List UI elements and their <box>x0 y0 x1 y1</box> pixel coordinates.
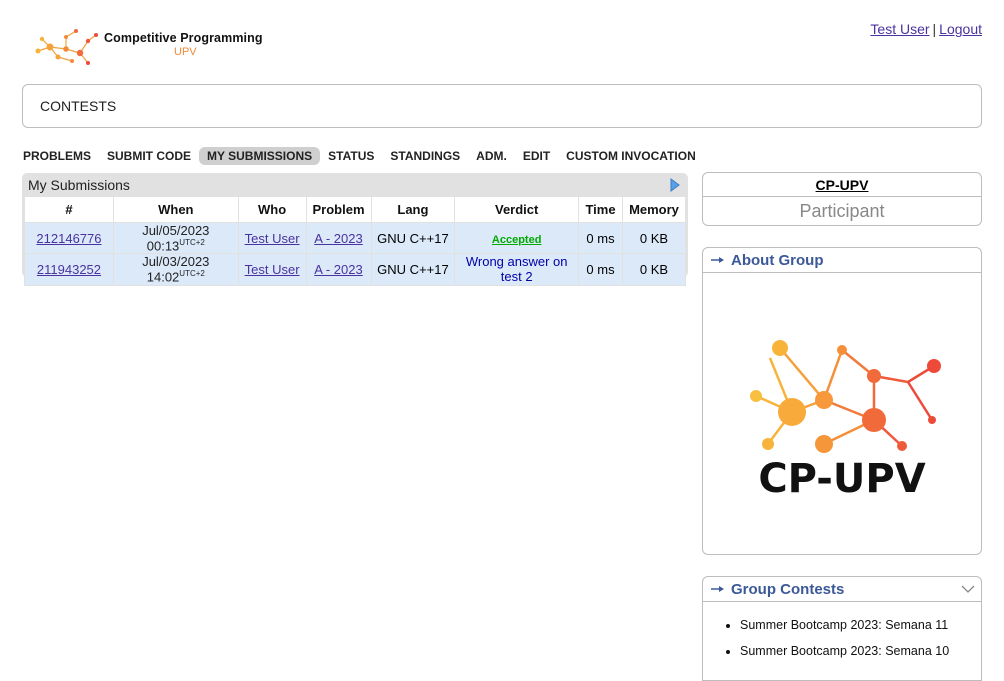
user-links: Test User | Logout <box>870 21 982 37</box>
right-arrow-icon <box>711 257 724 263</box>
timezone: UTC+2 <box>179 238 205 247</box>
who-link[interactable]: Test User <box>245 262 300 277</box>
list-item[interactable]: Summer Bootcamp 2023: Semana 11 <box>740 618 981 632</box>
time-cell: 0 ms <box>578 253 623 286</box>
submissions-header: My Submissions <box>24 173 686 196</box>
who-link[interactable]: Test User <box>245 231 300 246</box>
menu-problems[interactable]: PROBLEMS <box>22 147 99 165</box>
group-name-row: CP-UPV <box>703 173 981 197</box>
chevron-down-icon[interactable] <box>961 585 975 594</box>
menu-standings[interactable]: STANDINGS <box>382 147 468 165</box>
col-time: Time <box>578 196 623 223</box>
logo-text: Competitive Programming UPV <box>104 32 263 59</box>
group-contests-title-wrap: Group Contests <box>711 581 844 598</box>
about-group-body: CP-UPV <box>702 272 982 555</box>
right-arrow-icon <box>711 586 724 592</box>
about-group-title-row: About Group <box>703 248 981 272</box>
table-row: 212146776 Jul/05/2023 00:13UTC+2 Test Us… <box>24 221 687 255</box>
menu-edit[interactable]: EDIT <box>515 147 558 165</box>
group-role: Participant <box>799 200 885 221</box>
contests-list: Summer Bootcamp 2023: Semana 11 Summer B… <box>703 618 981 658</box>
group-info-box: CP-UPV Participant <box>702 172 982 226</box>
group-contests-title: Group Contests <box>731 580 845 598</box>
verdict-accepted-link[interactable]: Accepted <box>492 234 542 246</box>
page-title-bar: CONTESTS <box>22 84 982 128</box>
col-problem: Problem <box>305 196 372 223</box>
submission-time: Jul/05/2023 00:13UTC+2 <box>112 221 239 255</box>
about-group-header[interactable]: About Group <box>702 247 982 273</box>
submissions-title: My Submissions <box>28 176 130 193</box>
network-logo-icon <box>35 29 98 65</box>
problem-link[interactable]: A - 2023 <box>314 262 362 277</box>
problem-link[interactable]: A - 2023 <box>314 231 362 246</box>
about-group-title: About Group <box>731 251 824 269</box>
table-row: 211943252 Jul/03/2023 14:02UTC+2 Test Us… <box>24 253 687 286</box>
menu-my-submissions[interactable]: MY SUBMISSIONS <box>199 147 321 165</box>
table-header-row: # When Who Problem Lang Verdict Time Mem… <box>24 196 687 223</box>
memory-cell: 0 KB <box>621 221 687 255</box>
page-title: CONTESTS <box>40 98 117 114</box>
group-contests-header[interactable]: Group Contests <box>702 576 982 602</box>
timezone: UTC+2 <box>179 269 205 279</box>
link-separator: | <box>932 21 937 37</box>
second-level-menu: PROBLEMS SUBMIT CODE MY SUBMISSIONS STAT… <box>22 146 704 166</box>
time-cell: 0 ms <box>578 221 623 255</box>
expand-arrow-icon[interactable] <box>670 177 680 192</box>
lang-cell: GNU C++17 <box>370 253 456 286</box>
submission-time: Jul/03/2023 14:02UTC+2 <box>112 253 239 286</box>
menu-custom-invocation[interactable]: CUSTOM INVOCATION <box>558 147 704 165</box>
logo-title: Competitive Programming <box>104 31 263 45</box>
col-memory: Memory <box>621 196 687 223</box>
col-id: # <box>24 196 114 223</box>
menu-adm[interactable]: ADM. <box>468 147 515 165</box>
submissions-table: # When Who Problem Lang Verdict Time Mem… <box>24 196 687 286</box>
col-lang: Lang <box>370 196 456 223</box>
group-contests-body: Summer Bootcamp 2023: Semana 11 Summer B… <box>702 601 982 681</box>
list-item[interactable]: Summer Bootcamp 2023: Semana 10 <box>740 644 981 658</box>
col-verdict: Verdict <box>454 196 580 223</box>
logout-link[interactable]: Logout <box>939 21 982 37</box>
cp-upv-logo: CP-UPV <box>750 339 941 502</box>
group-contests-title-row: Group Contests <box>703 577 981 601</box>
submissions-panel: My Submissions # When Who Problem Lang V… <box>22 173 688 286</box>
group-name-link[interactable]: CP-UPV <box>816 177 869 193</box>
col-when: When <box>112 196 239 223</box>
logo-subtitle: UPV <box>174 46 197 58</box>
submission-id-link[interactable]: 211943252 <box>37 262 101 277</box>
submission-id-link[interactable]: 212146776 <box>36 231 101 246</box>
menu-status[interactable]: STATUS <box>320 147 382 165</box>
logo-wordmark: CP-UPV <box>758 456 925 502</box>
lang-cell: GNU C++17 <box>370 221 456 255</box>
site-logo[interactable]: Competitive Programming UPV <box>32 24 282 70</box>
memory-cell: 0 KB <box>621 253 687 286</box>
col-who: Who <box>237 196 307 223</box>
profile-link[interactable]: Test User <box>870 21 929 37</box>
menu-submit-code[interactable]: SUBMIT CODE <box>99 147 199 165</box>
verdict-wrong-answer: Wrong answer on test 2 <box>454 253 580 286</box>
